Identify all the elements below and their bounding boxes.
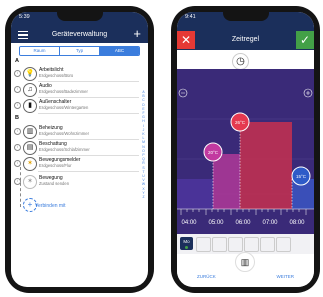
device-location: Zustand senden: [39, 181, 70, 186]
right-screen: 9:41 ✕ Zeitregel ✓ ◷ 20°C 26°C 15°C 04:0…: [177, 12, 314, 287]
shutter-icon: ▤: [23, 141, 37, 155]
active-dot: [185, 246, 188, 249]
temp-label-20: 20°C: [208, 150, 219, 155]
temp-block-26: [240, 122, 292, 209]
temp-block-base: [177, 179, 213, 209]
add-icon[interactable]: +: [133, 27, 141, 40]
tab-abc[interactable]: ABC: [100, 47, 139, 55]
day-chip[interactable]: [228, 237, 243, 252]
device-location: Erdgeschoss/Schlafzimmer: [39, 147, 90, 152]
left-phone: 5:39 Geräteverwaltung + Raum Typ ABC A i…: [5, 6, 154, 293]
confirm-button[interactable]: ✓: [296, 31, 314, 49]
day-chip[interactable]: [276, 237, 291, 252]
divider: [38, 80, 139, 81]
section-letter-a: A: [15, 58, 19, 64]
device-location: Erdgeschoss/Wintergarten: [39, 105, 89, 110]
music-icon: ♫: [23, 83, 37, 97]
divider: [38, 112, 139, 113]
divider: [38, 170, 139, 171]
heater-icon[interactable]: ▥: [235, 252, 255, 272]
motion-icon: ✶: [23, 157, 37, 171]
back-label[interactable]: ZURÜCK: [197, 274, 216, 279]
status-time: 5:39: [19, 14, 30, 20]
device-location: Erdgeschoss/Badezimmer: [39, 89, 88, 94]
time-label: 05:00: [208, 220, 224, 226]
device-location: Erdgeschoss/Flur: [39, 163, 72, 168]
day-chip[interactable]: [260, 237, 275, 252]
next-label[interactable]: WEITER: [277, 274, 295, 279]
bulb-icon: 💡: [23, 67, 37, 81]
tab-typ[interactable]: Typ: [60, 47, 100, 55]
notch: [222, 12, 269, 21]
page-title: Zeitregel: [231, 36, 260, 43]
info-icon[interactable]: i: [14, 102, 21, 109]
info-icon[interactable]: i: [14, 128, 21, 135]
info-icon[interactable]: i: [14, 160, 21, 167]
time-label: 08:00: [289, 220, 305, 226]
page-title: Geräteverwaltung: [51, 31, 108, 38]
tab-raum[interactable]: Raum: [20, 47, 60, 55]
list-item[interactable]: i 💡 Arbeitslicht Erdgeschoss/Büro: [11, 66, 139, 81]
temp-block-20: [213, 154, 240, 209]
heater-icon: ▥: [23, 125, 37, 139]
section-letter-b: B: [15, 115, 19, 121]
connect-label[interactable]: Verbinden mit: [35, 203, 66, 209]
divider: [38, 96, 139, 97]
notch: [56, 12, 103, 21]
list-item[interactable]: i ♫ Audio Erdgeschoss/Badezimmer: [11, 82, 139, 97]
day-chip[interactable]: [196, 237, 211, 252]
device-location: Erdgeschoss/Büro: [39, 73, 74, 78]
alphabet-index[interactable]: ABCDEFGHIJKLMNOPQRSTUVWXYZ: [140, 90, 147, 199]
list-item[interactable]: i ✶ Bewegungsmelder Erdgeschoss/Flur: [11, 156, 139, 171]
right-phone: 9:41 ✕ Zeitregel ✓ ◷ 20°C 26°C 15°C 04:0…: [171, 6, 320, 293]
divider: [38, 138, 139, 139]
clock-icon[interactable]: ◷: [232, 53, 249, 70]
info-icon[interactable]: i: [14, 70, 21, 77]
time-label: 07:00: [262, 220, 278, 226]
day-chip[interactable]: [244, 237, 259, 252]
info-icon[interactable]: i: [14, 144, 21, 151]
chart-svg: 20°C 26°C 15°C 04:00 05:00 06:00 07:00 0…: [177, 69, 314, 234]
list-item[interactable]: i ▥ Beheizung Erdgeschoss/Wohnzimmer: [11, 124, 139, 139]
motion-small-icon: ✶: [23, 175, 37, 189]
list-item[interactable]: i ▤ Beschattung Erdgeschoss/Schlafzimmer: [11, 140, 139, 155]
temperature-schedule-chart: 20°C 26°C 15°C 04:00 05:00 06:00 07:00 0…: [177, 69, 314, 234]
day-selector: Mo: [177, 234, 314, 254]
switch-icon: ▮: [23, 99, 37, 113]
day-chip[interactable]: [212, 237, 227, 252]
tab-bar: Raum Typ ABC: [19, 46, 140, 56]
status-time: 9:41: [185, 14, 196, 20]
info-icon[interactable]: i: [14, 86, 21, 93]
left-screen: 5:39 Geräteverwaltung + Raum Typ ABC A i…: [11, 12, 148, 287]
divider: [38, 154, 139, 155]
time-label: 04:00: [181, 220, 197, 226]
temp-label-15: 15°C: [296, 174, 307, 179]
list-item[interactable]: i ✶ Bewegung Zustand senden: [11, 174, 139, 189]
list-item[interactable]: i ▮ Außenschalter Erdgeschoss/Wintergart…: [11, 98, 139, 113]
device-location: Erdgeschoss/Wohnzimmer: [39, 131, 89, 136]
connection-line: [20, 167, 21, 207]
temp-label-26: 26°C: [235, 120, 246, 125]
time-label: 06:00: [235, 220, 251, 226]
